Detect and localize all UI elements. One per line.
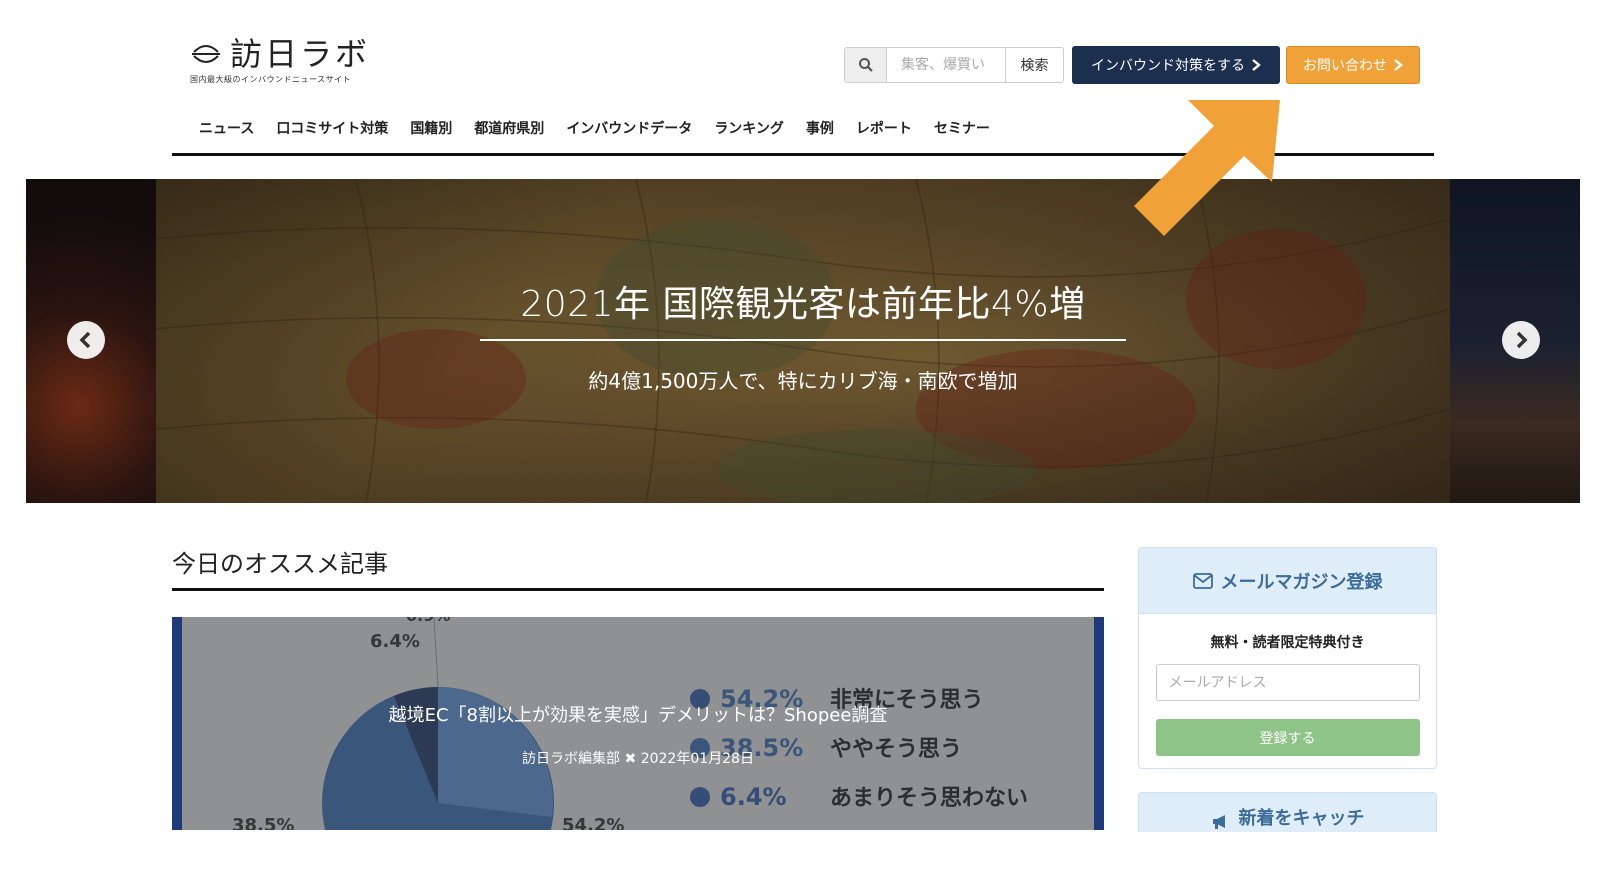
nav-item-reports[interactable]: レポート	[845, 108, 923, 148]
featured-article-title[interactable]: 越境EC「8割以上が効果を実感」デメリットは？Shopee調査	[172, 701, 1104, 727]
featured-article-card[interactable]: 6.4% 0.9% 54.2% 38.5% 6.4% 非常にそう思う ややそう思…	[172, 617, 1104, 830]
nav-item-by-nationality[interactable]: 国籍別	[399, 108, 463, 148]
featured-article-meta: 訪日ラボ編集部 ✖ 2022年01月28日	[172, 748, 1104, 768]
hero-title[interactable]: 2021年 国際観光客は前年比4%増	[156, 275, 1450, 327]
hero-subtitle: 約4億1,500万人で、特にカリブ海・南欧で増加	[588, 369, 1018, 393]
close-x-icon: ✖	[624, 751, 641, 767]
hero-divider	[480, 339, 1126, 341]
section-divider	[172, 588, 1104, 591]
section-title: 今日のオススメ記事	[172, 550, 388, 578]
search-button[interactable]: 検索	[1005, 48, 1063, 82]
contact-button[interactable]: お問い合わせ	[1286, 46, 1420, 84]
nav-item-inbound-data[interactable]: インバウンドデータ	[555, 108, 703, 148]
logo-tagline: 国内最大級のインバウンドニュースサイト	[190, 75, 352, 84]
inbound-button-label: インバウンド対策をする	[1091, 58, 1245, 74]
chevron-right-icon	[1516, 331, 1528, 349]
nav-item-review-sites[interactable]: 口コミサイト対策	[265, 108, 399, 148]
hero-slider: 2021年 国際観光客は前年比4%増 約4億1,500万人で、特にカリブ海・南欧…	[26, 179, 1580, 503]
envelope-icon	[1192, 572, 1213, 589]
nav-item-ranking[interactable]: ランキング	[703, 108, 795, 148]
search-bar: 検索	[844, 47, 1064, 83]
email-field[interactable]	[1155, 664, 1420, 701]
slider-next-button[interactable]	[1502, 321, 1540, 359]
newsletter-title: メールマガジン登録	[1220, 571, 1383, 593]
chevron-right-icon	[1394, 59, 1403, 71]
catch-new-title: 新着をキャッチ	[1238, 808, 1365, 829]
search-icon[interactable]	[845, 48, 887, 82]
main-nav: ニュース 口コミサイト対策 国籍別 都道府県別 インバウンドデータ ランキング …	[188, 108, 1001, 148]
contact-button-label: お問い合わせ	[1303, 58, 1387, 74]
article-author: 訪日ラボ編集部	[522, 751, 621, 767]
nav-item-case-studies[interactable]: 事例	[795, 108, 845, 148]
chevron-left-icon	[79, 331, 91, 349]
catch-new-box: 新着をキャッチ	[1138, 792, 1437, 832]
inbound-button[interactable]: インバウンド対策をする	[1072, 46, 1280, 84]
nav-item-seminars[interactable]: セミナー	[923, 108, 1001, 148]
site-logo[interactable]: 訪日ラボ 国内最大級のインバウンドニュースサイト	[190, 36, 370, 88]
chevron-right-icon	[1252, 59, 1261, 71]
subscribe-button[interactable]: 登録する	[1155, 719, 1420, 756]
nav-item-news[interactable]: ニュース	[188, 108, 265, 148]
slider-prev-button[interactable]	[67, 321, 105, 359]
logo-text: 訪日ラボ	[230, 35, 371, 73]
newsletter-perk: 無料・読者限定特典付き	[1210, 635, 1365, 651]
search-input[interactable]	[887, 48, 1005, 82]
megaphone-icon	[1212, 815, 1225, 829]
newsletter-box: メールマガジン登録 無料・読者限定特典付き 登録する	[1138, 547, 1437, 769]
logo-mark-icon	[192, 45, 220, 63]
article-date: 2022年01月28日	[640, 751, 754, 767]
annotation-arrow-icon	[1134, 100, 1280, 236]
nav-item-by-prefecture[interactable]: 都道府県別	[463, 108, 555, 148]
newsletter-header: メールマガジン登録	[1139, 548, 1436, 614]
